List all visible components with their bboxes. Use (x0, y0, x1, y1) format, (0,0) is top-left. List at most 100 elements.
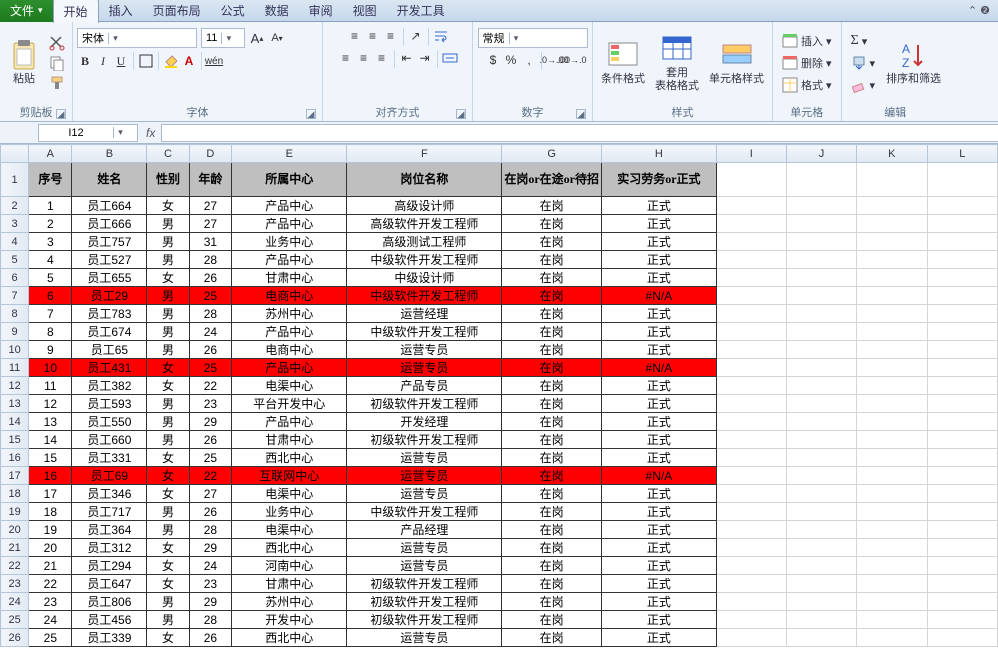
cell[interactable]: 业务中心 (232, 233, 347, 251)
cell[interactable]: 开发经理 (347, 413, 502, 431)
cell[interactable]: 员工666 (72, 215, 147, 233)
cell[interactable]: 员工339 (72, 629, 147, 647)
cell[interactable]: 河南中心 (232, 557, 347, 575)
cell[interactable]: 26 (189, 629, 231, 647)
row-header[interactable]: 24 (1, 593, 29, 611)
cell[interactable] (857, 377, 927, 395)
cell[interactable]: 7 (29, 305, 72, 323)
orientation-button[interactable]: ↗ (408, 28, 424, 44)
cell[interactable]: 产品专员 (347, 377, 502, 395)
cell[interactable] (857, 611, 927, 629)
cell[interactable]: 正式 (602, 377, 717, 395)
cell[interactable]: 正式 (602, 215, 717, 233)
row-header[interactable]: 9 (1, 323, 29, 341)
row-header[interactable]: 19 (1, 503, 29, 521)
cell[interactable]: 电渠中心 (232, 521, 347, 539)
cell[interactable]: 在岗 (502, 431, 602, 449)
cell[interactable]: 28 (189, 521, 231, 539)
cell[interactable]: 23 (189, 575, 231, 593)
cell[interactable]: 在岗 (502, 593, 602, 611)
column-header[interactable]: J (786, 145, 856, 163)
cell[interactable]: 女 (147, 467, 189, 485)
spreadsheet-grid[interactable]: ABCDEFGHIJKL1序号姓名性别年龄所属中心岗位名称在岗or在途or待招实… (0, 144, 998, 653)
fx-icon[interactable]: fx (146, 126, 155, 140)
cell[interactable] (786, 467, 856, 485)
cell[interactable]: 员工757 (72, 233, 147, 251)
cell[interactable]: 开发中心 (232, 611, 347, 629)
cell[interactable]: 正式 (602, 341, 717, 359)
cell[interactable]: 员工664 (72, 197, 147, 215)
cell[interactable] (786, 575, 856, 593)
cell[interactable]: 15 (29, 449, 72, 467)
underline-button[interactable]: U (113, 53, 129, 69)
font-name-combo[interactable]: 宋体▾ (77, 28, 197, 48)
cell[interactable]: #N/A (602, 359, 717, 377)
column-header[interactable]: B (72, 145, 147, 163)
cell[interactable]: 初级软件开发工程师 (347, 431, 502, 449)
cell[interactable]: 男 (147, 431, 189, 449)
cell[interactable]: 22 (189, 377, 231, 395)
cell[interactable]: 女 (147, 197, 189, 215)
cell[interactable]: 28 (189, 305, 231, 323)
table-header-cell[interactable]: 序号 (29, 163, 72, 197)
cell[interactable] (716, 557, 786, 575)
cell[interactable] (786, 269, 856, 287)
cell[interactable]: 正式 (602, 611, 717, 629)
cell[interactable]: 23 (29, 593, 72, 611)
cell[interactable] (716, 503, 786, 521)
sort-filter-button[interactable]: AZ 排序和筛选 (882, 37, 945, 88)
cell[interactable] (857, 629, 927, 647)
insert-cells-button[interactable]: 插入 ▾ (779, 32, 835, 50)
cell-styles-button[interactable]: 单元格样式 (705, 37, 768, 88)
cell[interactable]: 员工783 (72, 305, 147, 323)
cell[interactable]: 甘肃中心 (232, 431, 347, 449)
italic-button[interactable]: I (95, 53, 111, 69)
cell[interactable]: 在岗 (502, 413, 602, 431)
cell[interactable]: 正式 (602, 395, 717, 413)
cell[interactable]: 员工647 (72, 575, 147, 593)
row-header[interactable]: 25 (1, 611, 29, 629)
cell[interactable]: 正式 (602, 431, 717, 449)
cell[interactable]: 在岗 (502, 521, 602, 539)
cell[interactable]: 在岗 (502, 287, 602, 305)
cell[interactable]: 甘肃中心 (232, 269, 347, 287)
cell[interactable]: 男 (147, 287, 189, 305)
cell[interactable] (927, 323, 997, 341)
cell[interactable]: 产品经理 (347, 521, 502, 539)
cell[interactable] (786, 163, 856, 197)
cell[interactable]: 24 (189, 557, 231, 575)
cell[interactable]: 高级设计师 (347, 197, 502, 215)
row-header[interactable]: 10 (1, 341, 29, 359)
cell[interactable]: 员工674 (72, 323, 147, 341)
cell[interactable] (927, 269, 997, 287)
cell[interactable]: 20 (29, 539, 72, 557)
cell[interactable] (786, 503, 856, 521)
cell[interactable]: 员工527 (72, 251, 147, 269)
table-header-cell[interactable]: 实习劳务or正式 (602, 163, 717, 197)
row-header[interactable]: 18 (1, 485, 29, 503)
cell[interactable]: 甘肃中心 (232, 575, 347, 593)
cell[interactable] (927, 395, 997, 413)
cell[interactable]: 29 (189, 413, 231, 431)
column-header[interactable]: F (347, 145, 502, 163)
column-header[interactable]: K (857, 145, 927, 163)
cell[interactable]: 中级软件开发工程师 (347, 251, 502, 269)
cell[interactable]: 3 (29, 233, 72, 251)
cell[interactable]: 员工717 (72, 503, 147, 521)
cell[interactable] (857, 323, 927, 341)
cell[interactable]: 27 (189, 485, 231, 503)
cell[interactable]: 女 (147, 377, 189, 395)
cell[interactable]: 男 (147, 611, 189, 629)
cell[interactable] (927, 377, 997, 395)
table-header-cell[interactable]: 岗位名称 (347, 163, 502, 197)
cell[interactable]: 在岗 (502, 251, 602, 269)
cell[interactable]: 男 (147, 521, 189, 539)
cell[interactable] (786, 377, 856, 395)
cell[interactable] (857, 287, 927, 305)
cell[interactable]: 运营专员 (347, 485, 502, 503)
cell[interactable] (786, 485, 856, 503)
cell[interactable] (857, 215, 927, 233)
cell[interactable]: 11 (29, 377, 72, 395)
cell[interactable] (716, 629, 786, 647)
cell[interactable] (716, 377, 786, 395)
